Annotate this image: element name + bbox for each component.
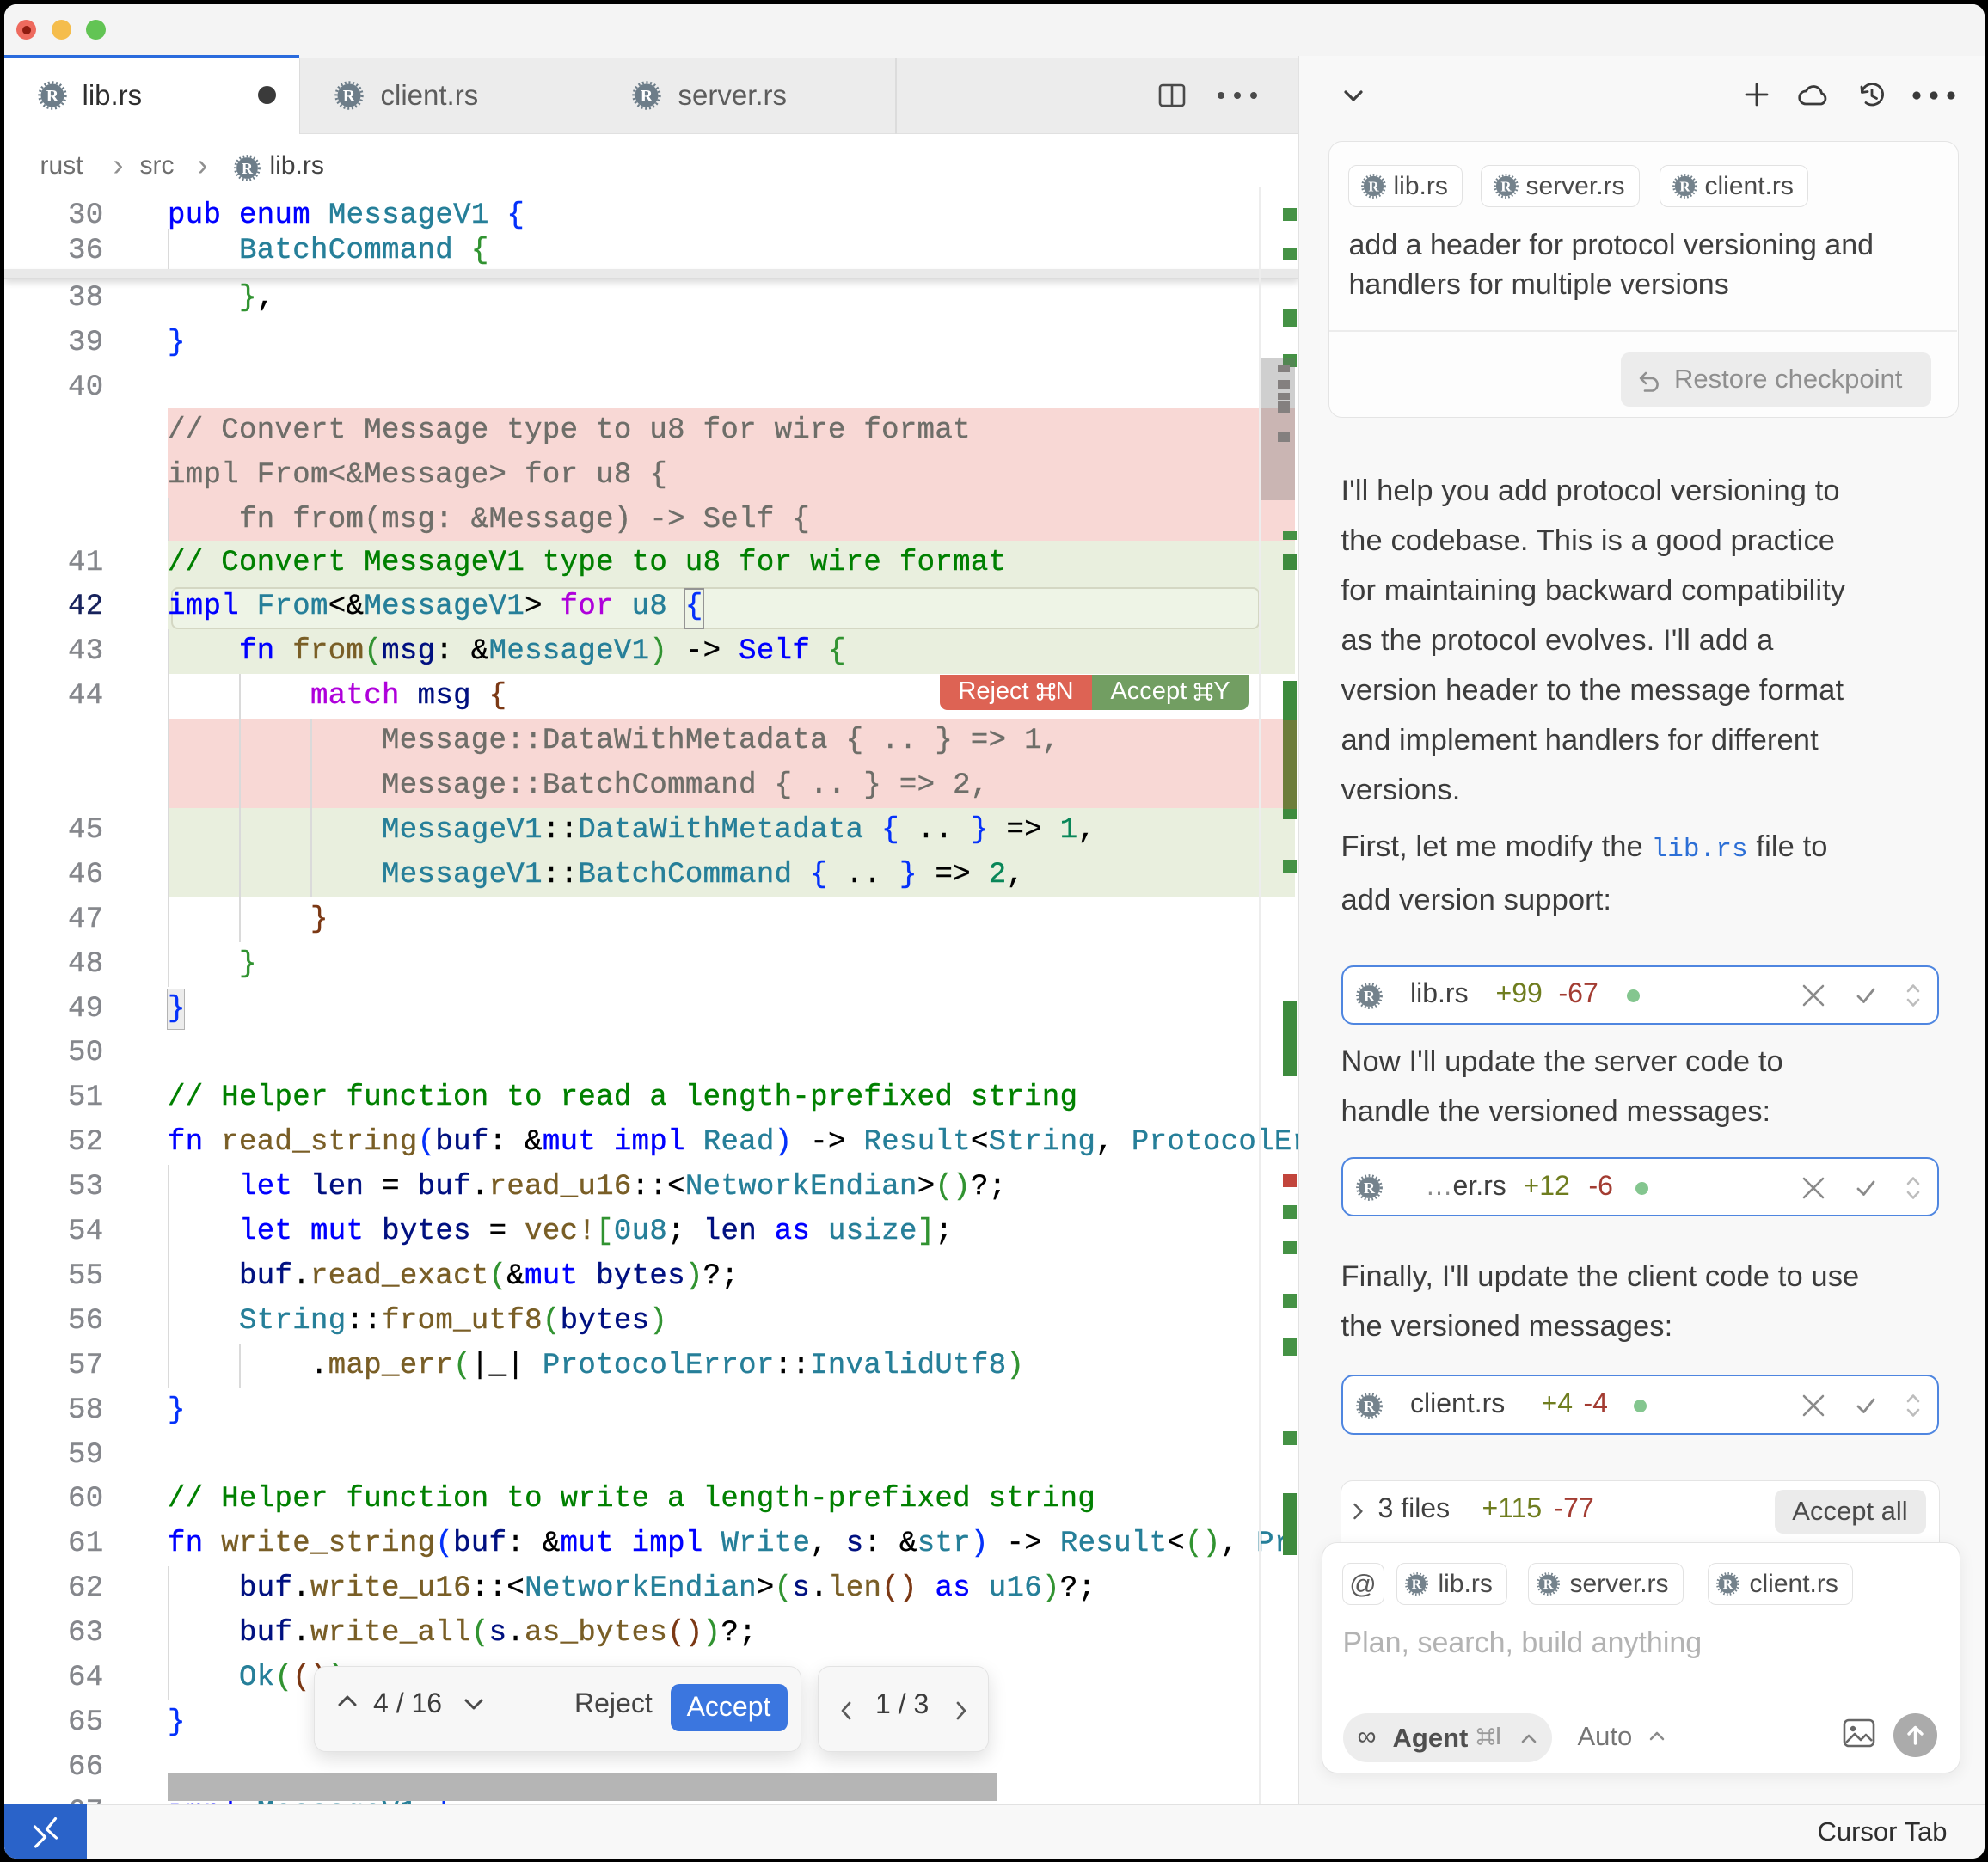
svg-text:R: R (242, 159, 254, 176)
svg-text:R: R (1723, 1577, 1733, 1592)
svg-text:R: R (1364, 1397, 1376, 1414)
svg-text:R: R (1679, 178, 1690, 194)
svg-text:R: R (1412, 1577, 1422, 1592)
svg-text:R: R (640, 86, 653, 105)
svg-text:R: R (1364, 1179, 1376, 1197)
svg-text:R: R (1500, 178, 1512, 194)
svg-text:R: R (1364, 988, 1376, 1005)
svg-text:R: R (46, 86, 59, 105)
svg-text:R: R (1368, 178, 1379, 194)
svg-text:R: R (1543, 1577, 1554, 1592)
svg-text:R: R (342, 86, 355, 105)
